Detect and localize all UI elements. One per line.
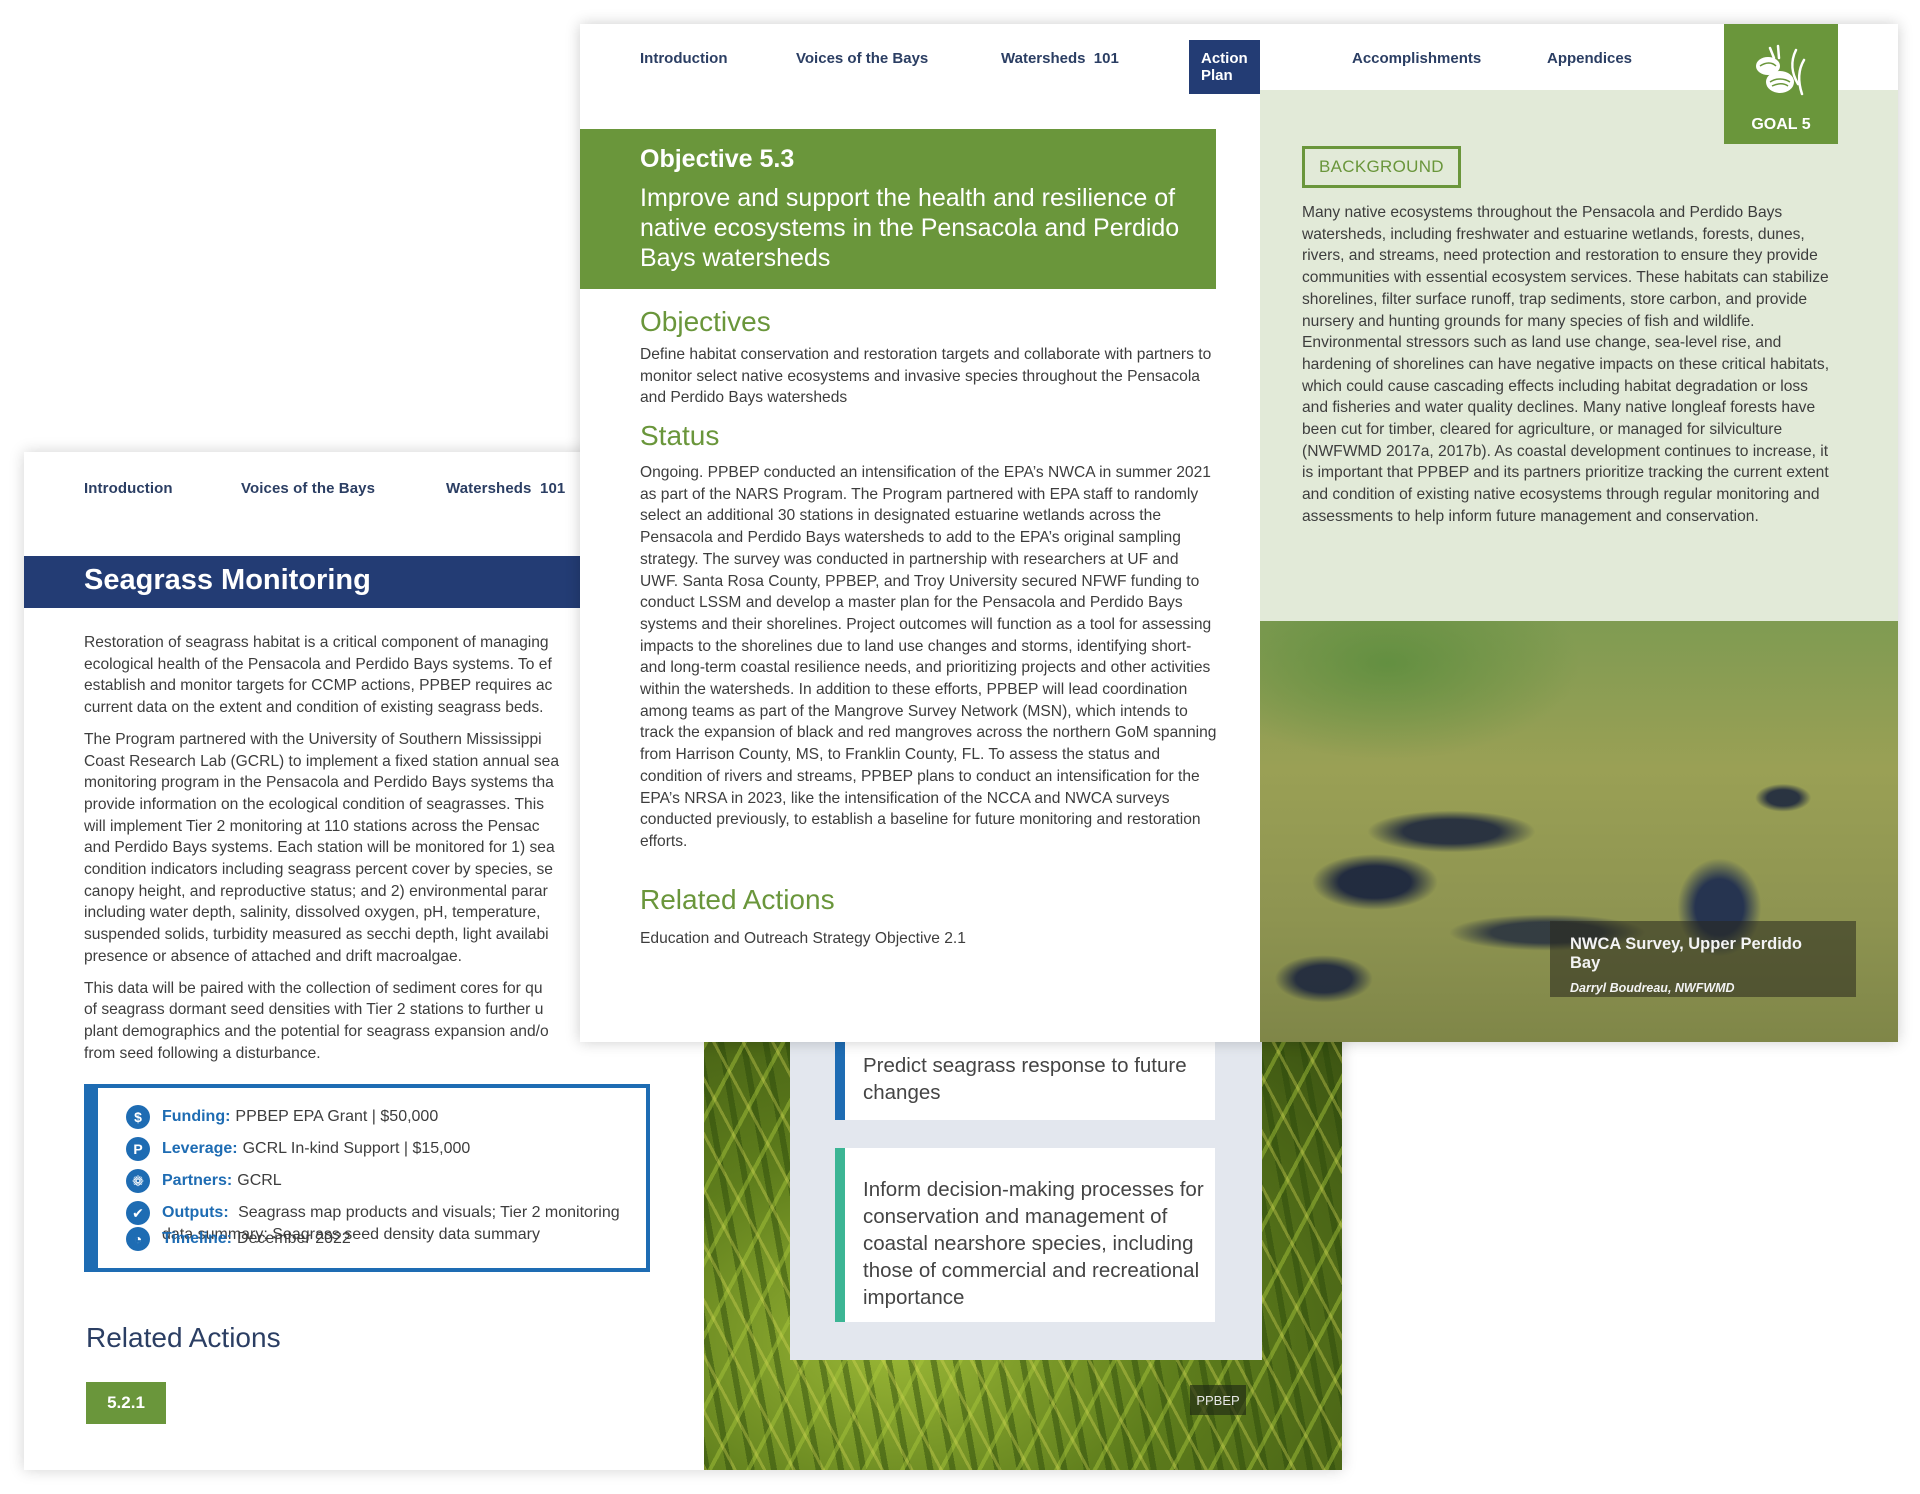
wetland-aerial-photo: NWCA Survey, Upper Perdido Bay Darryl Bo… <box>1260 621 1898 1042</box>
body-line: will implement Tier 2 monitoring at 110 … <box>84 817 540 835</box>
page-title-bar: Seagrass Monitoring <box>24 556 604 608</box>
nav-introduction[interactable]: Introduction <box>640 50 727 67</box>
goal-card: Inform decision-making processes for con… <box>835 1148 1215 1322</box>
body-line: Restoration of seagrass habitat is a cri… <box>84 634 549 651</box>
background-tag: BACKGROUND <box>1302 146 1461 188</box>
objective-header: Objective 5.3 Improve and support the he… <box>580 129 1216 289</box>
info-label: Outputs: <box>162 1204 229 1221</box>
objectives-text: Define habitat conservation and restorat… <box>640 346 1212 407</box>
body-line: monitoring program in the Pensacola and … <box>84 774 554 792</box>
related-action-chip[interactable]: 5.2.1 <box>86 1382 166 1424</box>
body-line: plant demographics and the potential for… <box>84 1022 549 1040</box>
body-line: condition indicators including seagrass … <box>84 861 553 879</box>
nav-voices-of-the-bays[interactable]: Voices of the Bays <box>796 50 928 67</box>
seagrass-body-text: Restoration of seagrass habitat is a cri… <box>84 632 604 1074</box>
body-paragraph: This data will be paired with the collec… <box>84 978 604 1065</box>
info-label: Leverage: <box>162 1140 238 1157</box>
project-info-box: $ Funding: PPBEP EPA Grant | $50,000 P L… <box>84 1084 650 1272</box>
body-line: including water depth, salinity, dissolv… <box>84 904 541 922</box>
info-value: GCRL <box>237 1172 282 1189</box>
nav-accomplishments[interactable]: Accomplishments <box>1352 50 1481 67</box>
body-line: suspended solids, turbidity measured as … <box>84 926 549 944</box>
objective-number: Objective 5.3 <box>640 145 795 173</box>
dollar-icon: $ <box>126 1105 150 1129</box>
top-nav: Introduction Voices of the Bays Watershe… <box>580 24 1260 94</box>
nav-action-plan[interactable]: Action Plan <box>1189 40 1260 94</box>
info-value: Seagrass map products and visuals; Tier … <box>238 1204 620 1221</box>
background-text: Many native ecosystems throughout the Pe… <box>1302 204 1830 525</box>
clock-icon: ◔ <box>126 1227 150 1251</box>
nav-voices-of-the-bays[interactable]: Voices of the Bays <box>241 480 375 497</box>
body-line: of seagrass dormant seed densities with … <box>84 1001 544 1019</box>
body-line: current data on the extent and condition… <box>84 699 544 717</box>
info-value: December 2022 <box>236 1230 351 1247</box>
info-partners: ❁ Partners: GCRL <box>126 1169 282 1193</box>
related-actions-heading: Related Actions <box>640 884 835 915</box>
info-label: Partners: <box>162 1172 233 1189</box>
info-label: Funding: <box>162 1108 231 1125</box>
oyster-seagrass-icon <box>1756 44 1806 96</box>
photo-caption-title: NWCA Survey, Upper Perdido Bay <box>1570 935 1802 972</box>
photo-credit: PPBEP <box>1190 1385 1246 1415</box>
related-actions-heading: Related Actions <box>86 1322 281 1353</box>
nav-introduction[interactable]: Introduction <box>84 480 173 497</box>
photo-caption-credit: Darryl Boudreau, NWFWMD <box>1570 981 1735 995</box>
goal-card: Predict seagrass response to future chan… <box>835 1042 1215 1120</box>
body-line: The Program partnered with the Universit… <box>84 730 542 748</box>
body-line: Coast Research Lab (GCRL) to implement a… <box>84 752 559 770</box>
body-line: ecological health of the Pensacola and P… <box>84 655 552 673</box>
leverage-icon: P <box>126 1137 150 1161</box>
body-line: from seed following a disturbance. <box>84 1044 321 1062</box>
related-action-link[interactable]: Education and Outreach Strategy Objectiv… <box>640 928 1220 950</box>
nav-appendices[interactable]: Appendices <box>1547 50 1632 67</box>
body-line: provide information on the ecological co… <box>84 795 544 813</box>
goal-cards-panel: Predict seagrass response to future chan… <box>790 1042 1262 1360</box>
page-title: Seagrass Monitoring <box>84 564 371 596</box>
objective-page: Introduction Voices of the Bays Watershe… <box>580 24 1898 1042</box>
check-icon: ✔ <box>126 1201 150 1225</box>
body-paragraph: The Program partnered with the Universit… <box>84 729 604 968</box>
status-text: Ongoing. PPBEP conducted an intensificat… <box>640 464 1217 850</box>
body-line: and Perdido Bays systems. Each station w… <box>84 839 555 857</box>
body-line: presence or absence of attached and drif… <box>84 947 462 965</box>
objectives-heading: Objectives <box>640 306 771 337</box>
objective-title: Improve and support the health and resil… <box>640 184 1180 272</box>
goal-label: GOAL 5 <box>1751 116 1811 133</box>
info-timeline: ◔ Timeline: December 2022 <box>126 1227 351 1251</box>
info-leverage: P Leverage: GCRL In-kind Support | $15,0… <box>126 1137 471 1161</box>
nav-watersheds-101[interactable]: Watersheds 101 <box>446 480 565 497</box>
status-heading: Status <box>640 420 720 451</box>
info-value: GCRL In-kind Support | $15,000 <box>242 1140 471 1157</box>
info-value: PPBEP EPA Grant | $50,000 <box>235 1108 439 1125</box>
body-line: establish and monitor targets for CCMP a… <box>84 677 553 695</box>
info-label: Timeline: <box>162 1230 232 1247</box>
info-funding: $ Funding: PPBEP EPA Grant | $50,000 <box>126 1105 439 1129</box>
body-line: This data will be paired with the collec… <box>84 979 543 997</box>
body-paragraph: Restoration of seagrass habitat is a cri… <box>84 632 604 719</box>
partners-icon: ❁ <box>126 1169 150 1193</box>
nav-watersheds-101[interactable]: Watersheds 101 <box>1001 50 1119 67</box>
goal-badge: GOAL 5 <box>1724 24 1838 144</box>
photo-caption: NWCA Survey, Upper Perdido Bay Darryl Bo… <box>1550 921 1856 997</box>
body-line: canopy height, and reproductive status; … <box>84 882 548 900</box>
